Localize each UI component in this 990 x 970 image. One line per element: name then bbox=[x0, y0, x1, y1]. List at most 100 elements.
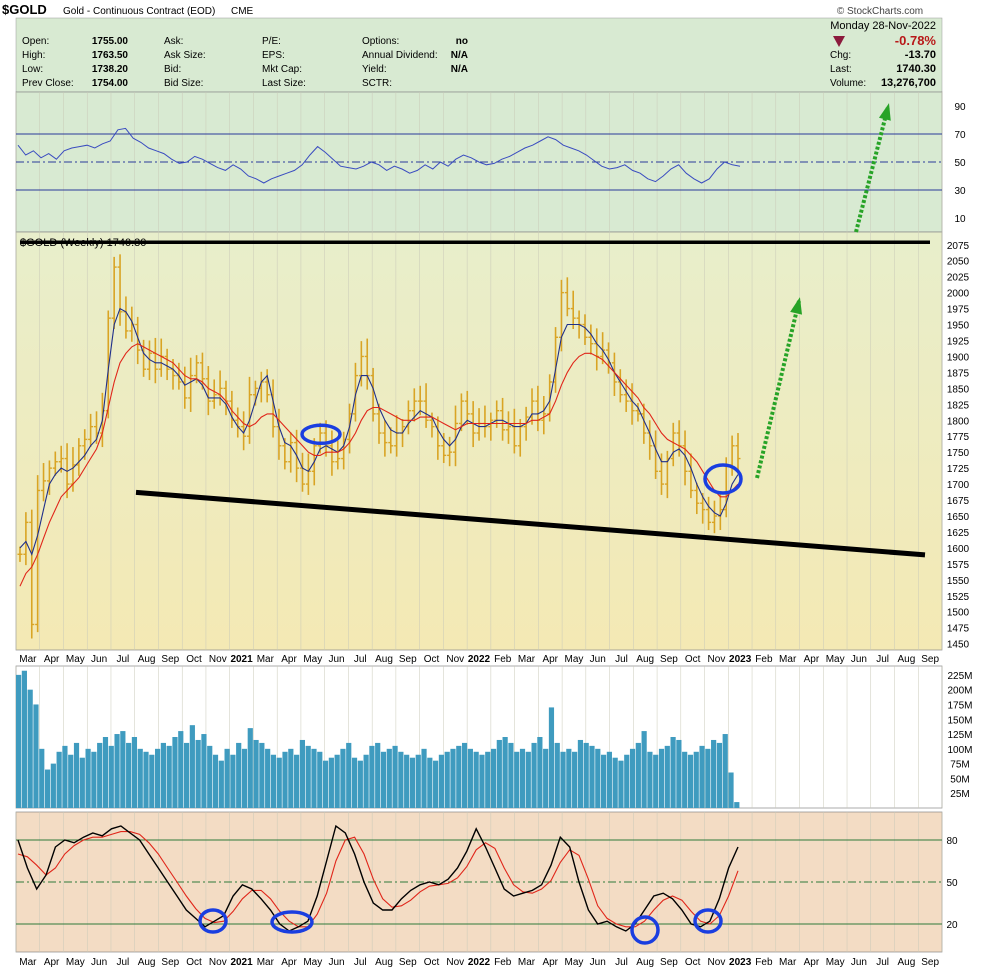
volume-bar bbox=[658, 748, 665, 808]
volume-bar bbox=[612, 757, 618, 808]
price-tick-label: 1650 bbox=[947, 512, 970, 523]
x-tick-label: 2023 bbox=[729, 654, 752, 665]
volume-tick-label: 25M bbox=[950, 789, 969, 800]
x-tick-label: Aug bbox=[897, 957, 915, 968]
x-tick-label: Oct bbox=[685, 654, 701, 665]
x-tick-label: Sep bbox=[660, 957, 678, 968]
volume-bar bbox=[375, 742, 381, 808]
volume-bar bbox=[456, 745, 462, 808]
volume-bar bbox=[502, 737, 508, 808]
price-tick-label: 1675 bbox=[947, 496, 970, 507]
x-tick-label: Oct bbox=[685, 957, 701, 968]
volume-bar bbox=[317, 751, 323, 808]
price-panel bbox=[15, 231, 943, 651]
description-label: Gold - Continuous Contract (EOD) bbox=[63, 6, 215, 17]
volume-bar bbox=[664, 745, 670, 808]
stat3-label: P/E: bbox=[262, 36, 281, 47]
volume-bar bbox=[183, 742, 190, 808]
x-tick-label: Apr bbox=[281, 654, 297, 665]
x-tick-label: Mar bbox=[518, 654, 536, 665]
x-tick-label: Sep bbox=[660, 654, 678, 665]
stat4-label: SCTR: bbox=[362, 78, 392, 89]
stat-label: High: bbox=[22, 50, 45, 61]
volume-bar bbox=[340, 748, 346, 808]
volume-tick-label: 225M bbox=[947, 671, 972, 682]
x-tick-label: Sep bbox=[161, 957, 179, 968]
volume-tick-label: 175M bbox=[947, 700, 972, 711]
volume-bar bbox=[311, 748, 317, 808]
stoch-tick-label: 50 bbox=[946, 878, 958, 889]
volume-bar bbox=[44, 769, 51, 808]
stat-value: 1763.50 bbox=[92, 50, 129, 61]
volume-bar bbox=[450, 748, 456, 808]
volume-bar bbox=[68, 754, 74, 808]
symbol-label: $GOLD bbox=[2, 2, 47, 17]
volume-bar bbox=[572, 751, 578, 808]
volume-bar bbox=[508, 742, 514, 808]
volume-bar bbox=[409, 757, 416, 808]
volume-bar bbox=[172, 737, 178, 808]
date-label: Monday 28-Nov-2022 bbox=[830, 20, 936, 32]
stat4-label: Yield: bbox=[362, 64, 387, 75]
x-tick-label: 2021 bbox=[230, 654, 253, 665]
x-tick-label: May bbox=[826, 957, 845, 968]
x-tick-label: Mar bbox=[779, 957, 797, 968]
price-tick-label: 1475 bbox=[947, 624, 970, 635]
volume-tick-label: 75M bbox=[950, 760, 969, 771]
x-tick-label: Feb bbox=[755, 957, 773, 968]
volume-bar bbox=[618, 760, 624, 808]
x-tick-label: May bbox=[303, 654, 322, 665]
volume-bar bbox=[79, 757, 85, 808]
volume-bar bbox=[676, 739, 682, 808]
volume-bar bbox=[461, 742, 468, 808]
price-tick-label: 1625 bbox=[947, 528, 970, 539]
x-tick-label: Jul bbox=[615, 957, 628, 968]
volume-bar bbox=[276, 757, 282, 808]
volume-bar bbox=[178, 731, 184, 808]
x-tick-label: Apr bbox=[804, 957, 820, 968]
volume-bar bbox=[438, 754, 445, 808]
volume-bar bbox=[514, 751, 520, 808]
watermark-label: © StockCharts.com bbox=[837, 6, 923, 17]
x-tick-label: Oct bbox=[186, 654, 202, 665]
volume-bar bbox=[566, 748, 572, 808]
stat2-label: Ask: bbox=[164, 36, 183, 47]
x-tick-label: Jul bbox=[615, 654, 628, 665]
x-tick-label: Sep bbox=[921, 654, 939, 665]
volume-bar bbox=[62, 745, 68, 808]
x-tick-label: Mar bbox=[257, 957, 275, 968]
x-tick-label: Apr bbox=[44, 654, 60, 665]
volume-bar bbox=[253, 739, 259, 808]
stat-value: 1755.00 bbox=[92, 36, 129, 47]
stat-label: Low: bbox=[22, 64, 43, 75]
volume-bar bbox=[433, 760, 439, 808]
x-tick-label: Jul bbox=[354, 957, 367, 968]
price-tick-label: 1525 bbox=[947, 592, 970, 603]
volume-bar bbox=[479, 754, 485, 808]
x-tick-label: Apr bbox=[804, 654, 820, 665]
volume-bar bbox=[589, 745, 595, 808]
price-tick-label: 1550 bbox=[947, 576, 970, 587]
x-tick-label: Mar bbox=[257, 654, 275, 665]
x-tick-label: Apr bbox=[542, 957, 558, 968]
volume-bar bbox=[496, 739, 502, 808]
volume-bar bbox=[282, 751, 288, 808]
x-tick-label: Jul bbox=[354, 654, 367, 665]
x-tick-label: Jun bbox=[328, 957, 344, 968]
volume-bar bbox=[537, 737, 543, 808]
stat4-value: no bbox=[456, 36, 468, 47]
x-tick-label: May bbox=[826, 654, 845, 665]
volume-bar bbox=[606, 751, 612, 808]
volume-bar bbox=[641, 731, 647, 808]
x-tick-label: Aug bbox=[375, 654, 393, 665]
volume-bar bbox=[519, 748, 526, 808]
x-tick-label: Feb bbox=[494, 654, 512, 665]
volume-bar bbox=[554, 742, 560, 808]
x-tick-label: Aug bbox=[636, 957, 654, 968]
volume-bar bbox=[560, 751, 566, 808]
volume-tick-label: 50M bbox=[950, 774, 969, 785]
volume-bar bbox=[189, 725, 195, 808]
volume-bar bbox=[265, 748, 271, 808]
volume-bar bbox=[21, 670, 27, 808]
x-tick-label: May bbox=[66, 957, 85, 968]
